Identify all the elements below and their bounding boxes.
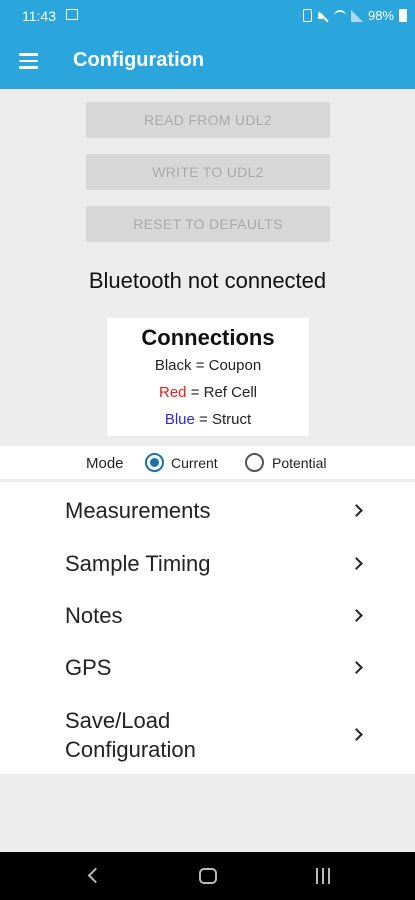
battery-percent: 98%	[367, 8, 394, 23]
status-bar: 11:43 98%	[0, 0, 415, 33]
red-label: Red	[159, 384, 187, 401]
back-icon[interactable]	[87, 867, 104, 884]
wifi-icon	[333, 9, 346, 22]
hamburger-menu-icon[interactable]	[19, 53, 38, 69]
chevron-right-icon	[350, 557, 363, 570]
menu-item-notes[interactable]: Notes	[0, 601, 415, 630]
page-title: Configuration	[73, 49, 205, 71]
blue-label: Blue	[164, 411, 195, 428]
chevron-right-icon	[350, 504, 363, 517]
mode-current-radio[interactable]	[145, 453, 164, 472]
connections-card: Connections Black = Coupon Red = Ref Cel…	[107, 318, 309, 436]
chevron-right-icon	[350, 661, 363, 674]
status-icons: 98%	[302, 8, 407, 23]
image-notification-icon	[66, 9, 78, 20]
menu-item-measurements[interactable]: Measurements	[0, 496, 415, 525]
black-label: Black	[154, 357, 192, 374]
menu-item-label: Measurements	[65, 498, 211, 523]
signal-icon	[350, 9, 363, 22]
menu-item-sample-timing[interactable]: Sample Timing	[0, 549, 415, 578]
connection-black: Black = Coupon	[107, 357, 309, 374]
menu-item-save-load-configuration[interactable]: Save/Load Configuration	[0, 706, 415, 764]
recent-apps-icon[interactable]	[316, 868, 332, 884]
connections-title: Connections	[141, 325, 275, 350]
black-value: = Coupon	[195, 357, 262, 374]
menu-item-gps[interactable]: GPS	[0, 653, 415, 682]
system-nav-bar	[0, 852, 415, 900]
home-icon[interactable]	[199, 868, 217, 884]
settings-menu: Measurements Sample Timing Notes GPS Sav…	[0, 482, 415, 774]
connection-red: Red = Ref Cell	[107, 384, 309, 401]
connection-blue: Blue = Struct	[107, 411, 309, 428]
menu-item-label: GPS	[65, 655, 112, 680]
chevron-right-icon	[350, 728, 363, 741]
menu-item-label: Save/Load Configuration	[65, 708, 196, 762]
battery-icon	[399, 9, 407, 22]
write-to-udl2-button[interactable]: WRITE TO UDL2	[86, 154, 330, 190]
status-time: 11:43	[22, 8, 56, 24]
chevron-right-icon	[350, 609, 363, 622]
app-bar: Configuration	[0, 33, 415, 89]
bluetooth-status: Bluetooth not connected	[88, 268, 327, 293]
menu-item-label: Notes	[65, 603, 123, 628]
mute-icon	[317, 10, 329, 22]
mode-label: Mode	[86, 455, 124, 472]
battery-alert-icon	[302, 9, 312, 22]
red-value: = Ref Cell	[190, 384, 257, 401]
mode-selector: Mode Current Potential	[0, 446, 415, 479]
read-from-udl2-button[interactable]: READ FROM UDL2	[86, 102, 330, 138]
mode-potential-label[interactable]: Potential	[272, 455, 326, 471]
blue-value: = Struct	[199, 411, 252, 428]
mode-current-label[interactable]: Current	[171, 455, 218, 471]
reset-to-defaults-button[interactable]: RESET TO DEFAULTS	[86, 206, 330, 242]
mode-potential-radio[interactable]	[245, 453, 264, 472]
menu-item-label: Sample Timing	[65, 551, 211, 576]
